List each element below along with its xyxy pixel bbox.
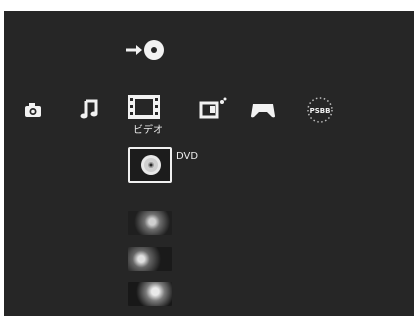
dvd-disc-icon bbox=[140, 154, 162, 176]
video-thumbnail[interactable] bbox=[128, 211, 172, 235]
gamepad-icon[interactable] bbox=[250, 101, 276, 119]
selected-item-frame[interactable] bbox=[128, 147, 172, 183]
psbb-icon[interactable]: PSBB bbox=[306, 96, 334, 124]
xmb-screen: ビデオ PSBB DVD bbox=[4, 11, 414, 316]
tv-game-icon[interactable] bbox=[199, 96, 227, 120]
camera-icon[interactable] bbox=[24, 102, 42, 118]
category-label-video: ビデオ bbox=[133, 125, 163, 136]
psbb-icon-text: PSBB bbox=[310, 107, 331, 115]
film-strip-icon[interactable] bbox=[127, 94, 161, 120]
selected-item-label: DVD bbox=[176, 151, 199, 162]
disc-insert-icon[interactable] bbox=[124, 37, 166, 63]
video-thumbnail[interactable] bbox=[128, 247, 172, 271]
video-thumbnail[interactable] bbox=[128, 282, 172, 306]
music-note-icon[interactable] bbox=[80, 98, 100, 120]
